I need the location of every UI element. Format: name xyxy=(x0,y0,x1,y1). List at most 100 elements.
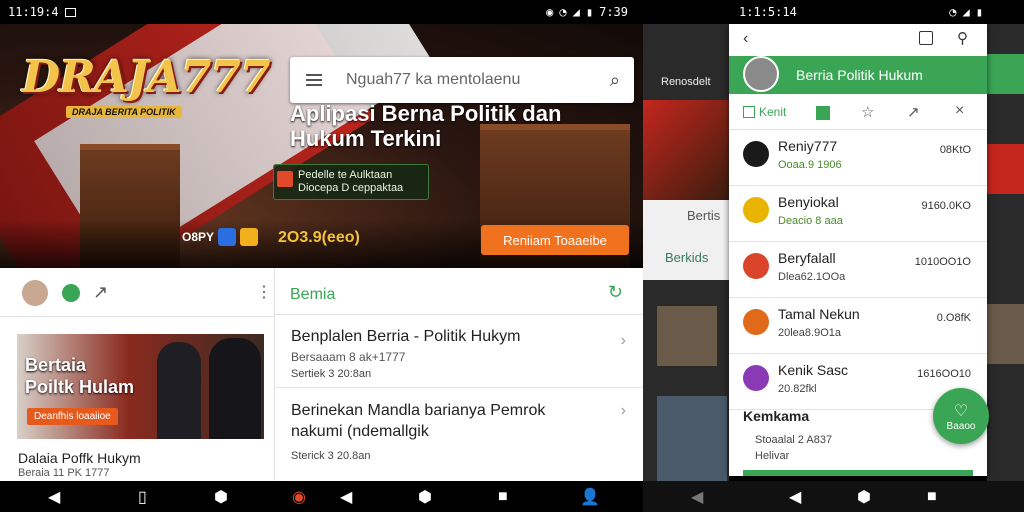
pin-icon[interactable]: ☆ xyxy=(861,103,874,121)
article-title: Benplalen Berria - Politik Hukym xyxy=(291,328,521,345)
status-time: 11:19:4 xyxy=(8,5,59,19)
item-time: 1616OO10 xyxy=(917,368,971,380)
header-title: Berria Politik Hukum xyxy=(796,67,923,83)
item-name: Reniy777 xyxy=(778,138,838,154)
person-silhouette xyxy=(157,342,201,439)
search-icon[interactable]: ⌕ xyxy=(610,70,620,91)
action-bar: Kenit ☆ ↗ × xyxy=(729,96,987,130)
home-nav-icon[interactable]: ⬢ xyxy=(418,487,432,507)
avatar[interactable] xyxy=(22,280,48,306)
item-sub: Deacio 8 aaa xyxy=(778,215,843,227)
read-button[interactable]: Reniiam Toaaeibe xyxy=(481,225,629,255)
divider xyxy=(275,314,644,315)
back-icon[interactable]: ‹ xyxy=(743,30,748,48)
app-logo: DRAJA777 xyxy=(22,52,271,103)
facebook-icon[interactable] xyxy=(218,228,237,246)
news-card[interactable]: Bertaia Poiltk Hulam Deanfhis loaaiioe xyxy=(17,334,264,439)
footer-line: Helivar xyxy=(755,450,790,462)
article-date: Sertiek 3 20:8an xyxy=(291,368,372,380)
menu-icon[interactable] xyxy=(306,74,322,86)
battery-icon: ▮ xyxy=(585,5,594,19)
progress-strip xyxy=(743,470,973,476)
wifi-icon: ◔ xyxy=(949,5,957,19)
recents-nav-icon[interactable]: ■ xyxy=(498,488,508,506)
card-button[interactable]: Deanfhis loaaiioe xyxy=(27,408,118,425)
chevron-right-icon[interactable]: › xyxy=(621,402,626,420)
article-item[interactable]: Berinekan Mandla barianya Pemrok nakumi … xyxy=(275,392,644,472)
avatar xyxy=(743,197,769,223)
back-nav-icon[interactable]: ◀ xyxy=(691,487,703,507)
divider xyxy=(0,316,274,317)
nav-bar-left: ◀ ▯ ⬢ ◉ ◀ ⬢ ■ 👤 xyxy=(0,481,643,512)
item-name: Kenik Sasc xyxy=(778,362,849,378)
refresh-icon[interactable]: ↻ xyxy=(608,282,623,303)
record-icon[interactable]: ◉ xyxy=(292,487,306,507)
chat-icon[interactable] xyxy=(62,284,80,302)
article-date: Sterick 3 20.8an xyxy=(291,450,371,462)
list-item[interactable]: Tamal Nekun 20lea8.9O1a 0.O8fK xyxy=(729,298,987,354)
square-icon[interactable] xyxy=(743,106,755,118)
item-time: 1010OO1O xyxy=(914,256,971,268)
profile-icon[interactable]: ⚲ xyxy=(957,29,968,47)
play-store-icon[interactable] xyxy=(240,228,259,246)
home-nav-icon[interactable]: ⬢ xyxy=(857,487,871,507)
logo-subtitle: DRAJA BERITA POLITIK xyxy=(66,106,182,118)
signal-icon: ◢ xyxy=(572,5,580,19)
item-sub: Dlea62.1OOa xyxy=(778,271,846,283)
tab-label[interactable]: Kenit xyxy=(759,105,786,119)
promo-banner[interactable]: Pedelle te Aulktaan Diocepa D ceppaktaa xyxy=(273,164,429,200)
close-icon[interactable]: × xyxy=(955,102,964,120)
person-silhouette xyxy=(209,338,261,439)
bg-image xyxy=(643,100,729,200)
screenshot: 11:19:4 ◉ ◔ ◢ ▮ 7:39 1:1:5:14 ◔ ◢ ▮ DRAJ… xyxy=(0,0,1024,512)
search-input[interactable]: Nguah77 ka mentolaenu xyxy=(346,71,610,89)
recents-nav-icon[interactable]: ■ xyxy=(927,488,937,506)
status-icons-phone2: ◔ ◢ ▮ xyxy=(949,5,983,19)
chevron-right-icon[interactable]: › xyxy=(621,332,626,350)
avatar xyxy=(743,365,769,391)
bg-header xyxy=(987,54,1024,94)
footer-line: Stoaalal 2 A837 xyxy=(755,434,833,446)
status-icons: ◉ ◔ ◢ ▮ 7:39 xyxy=(546,5,628,19)
list-item[interactable]: Beryfalall Dlea62.1OOa 1010OO1O xyxy=(729,242,987,298)
search-bar[interactable]: Nguah77 ka mentolaenu ⌕ xyxy=(290,57,634,103)
back-nav-icon[interactable]: ◀ xyxy=(789,487,801,507)
item-sub: 20.82fkl xyxy=(778,383,817,395)
battery-icon: ▮ xyxy=(975,5,983,19)
profile-nav-icon[interactable]: 👤 xyxy=(580,487,600,507)
wifi-icon: ◔ xyxy=(559,5,567,19)
nav-bar-right: ◀ ◀ ⬢ ■ xyxy=(643,481,1024,512)
green-header: Berria Politik Hukum xyxy=(729,56,987,94)
list-item[interactable]: Reniy777 Ooaa.9 1906 08KtO xyxy=(729,130,987,186)
store-badges: O8PY xyxy=(182,228,259,246)
toolbar: ‹ ⚲ xyxy=(729,24,987,56)
bg-label: Renosdelt xyxy=(661,76,711,88)
item-name: Tamal Nekun xyxy=(778,306,860,322)
status-time-phone2: 1:1:5:14 xyxy=(739,5,797,19)
card-sub: Beraia 11 PK 1777 xyxy=(18,467,110,479)
item-name: Benyiokal xyxy=(778,194,839,210)
bg-image xyxy=(657,306,717,366)
status-bar-left: 11:19:4 ◉ ◔ ◢ ▮ 7:39 xyxy=(8,0,628,24)
check-icon[interactable] xyxy=(816,106,830,120)
calendar-icon[interactable] xyxy=(919,31,933,45)
back-nav-icon[interactable]: ◀ xyxy=(48,487,60,507)
article-item[interactable]: Benplalen Berria - Politik Hukym Bersaaa… xyxy=(275,318,644,388)
fab-button[interactable]: ♡ Baaoo xyxy=(933,388,989,444)
avatar xyxy=(743,141,769,167)
alarm-icon: ◉ xyxy=(546,5,554,19)
bg-label: Berkids xyxy=(665,250,709,265)
promo-icon xyxy=(277,171,293,187)
avatar xyxy=(743,309,769,335)
home-nav-icon[interactable]: ⬢ xyxy=(214,487,228,507)
avatar xyxy=(743,253,769,279)
footer-title: Kemkama xyxy=(743,408,810,424)
back-nav-icon[interactable]: ◀ xyxy=(340,487,352,507)
bg-image xyxy=(987,144,1024,194)
share-icon[interactable]: ↗ xyxy=(93,282,108,303)
more-icon[interactable]: ⋮ xyxy=(256,282,272,302)
status-clock: 7:39 xyxy=(599,5,628,19)
list-item[interactable]: Benyiokal Deacio 8 aaa 9160.0KO xyxy=(729,186,987,242)
recents-nav-icon[interactable]: ▯ xyxy=(138,487,147,507)
share-icon[interactable]: ↗ xyxy=(907,103,920,121)
